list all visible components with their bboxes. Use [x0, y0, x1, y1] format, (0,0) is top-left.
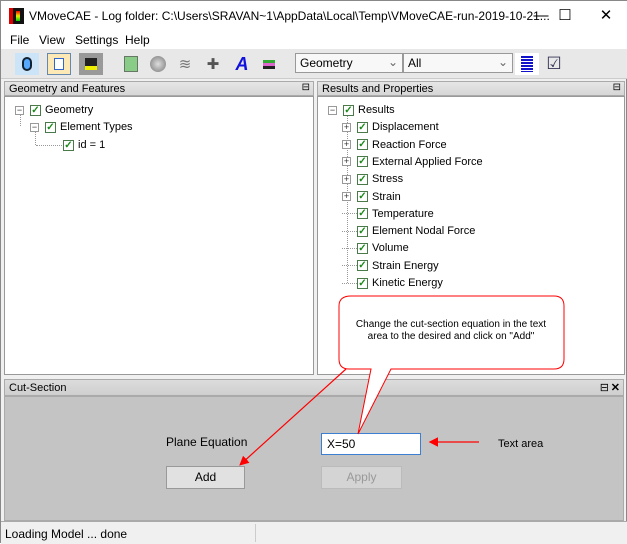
- callout-text: Change the cut-section equation in the t…: [355, 319, 547, 342]
- annotation-overlay: [239, 295, 565, 466]
- callout-bubble: [338, 295, 565, 435]
- app-window: VMoveCAE - Log folder: C:\Users\SRAVAN~1…: [0, 0, 627, 544]
- arrow-to-add: [239, 368, 347, 466]
